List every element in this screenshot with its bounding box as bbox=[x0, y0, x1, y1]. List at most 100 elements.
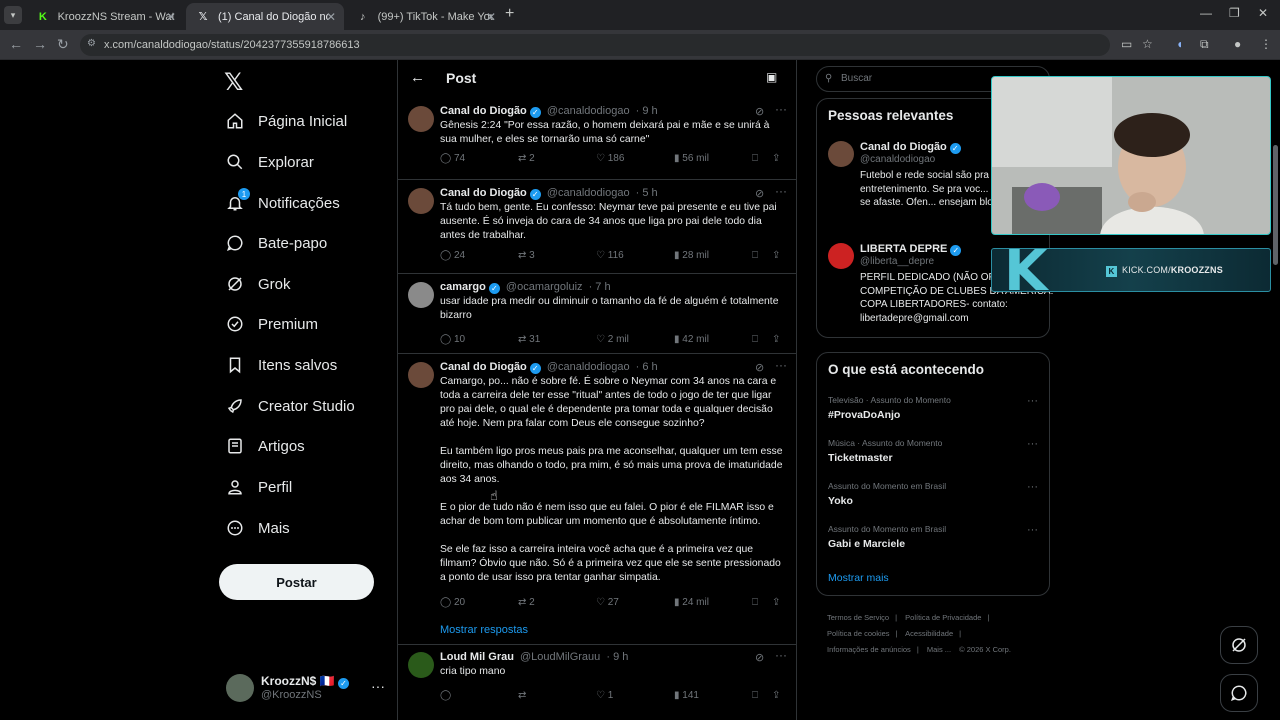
browser-tab-kick[interactable]: K KroozzNS Stream - Watch Live ✕ bbox=[26, 3, 184, 30]
sidebar-item-explore[interactable]: Explorar bbox=[224, 145, 314, 179]
footer-link[interactable]: Política de Privacidade bbox=[905, 613, 981, 622]
footer-link[interactable]: Acessibilidade bbox=[905, 629, 953, 638]
sidebar-item-grok[interactable]: Grok bbox=[224, 267, 291, 301]
footer-link[interactable]: Termos de Serviço bbox=[827, 613, 889, 622]
bookmark-star-icon[interactable]: ☆ bbox=[1142, 37, 1153, 51]
back-icon[interactable]: ← bbox=[9, 36, 23, 52]
extension-icon[interactable]: ◖ bbox=[1176, 37, 1183, 51]
views-button[interactable]: ▮ 56 mil bbox=[674, 153, 709, 164]
scrollbar-thumb[interactable] bbox=[1273, 145, 1278, 265]
grok-icon[interactable]: ⊘ bbox=[755, 361, 764, 374]
more-icon[interactable]: ··· bbox=[1027, 481, 1038, 493]
cast-icon[interactable]: ▭ bbox=[1121, 37, 1132, 51]
share-icon[interactable]: ⇪ bbox=[772, 153, 780, 164]
account-switcher[interactable]: KroozzN$ 🇫🇷 ✓ @KroozzNS ··· bbox=[226, 672, 386, 706]
bookmark-icon[interactable]: ⎕ bbox=[752, 334, 758, 345]
reply-button[interactable]: ◯ 24 bbox=[440, 250, 465, 261]
trend-item[interactable]: Assunto do Momento em Brasil Gabi e Marc… bbox=[828, 524, 1043, 560]
bookmark-icon[interactable]: ⎕ bbox=[752, 597, 758, 608]
close-tab-icon[interactable]: ✕ bbox=[486, 10, 496, 24]
avatar[interactable] bbox=[408, 188, 434, 214]
avatar[interactable] bbox=[828, 141, 854, 167]
views-button[interactable]: ▮ 24 mil bbox=[674, 597, 709, 608]
site-info-icon[interactable]: ⚙ bbox=[87, 38, 96, 49]
avatar[interactable] bbox=[408, 652, 434, 678]
close-tab-icon[interactable]: ✕ bbox=[166, 10, 176, 24]
retweet-button[interactable]: ⇄ 3 bbox=[518, 250, 535, 261]
sidebar-item-creator-studio[interactable]: Creator Studio bbox=[224, 389, 355, 423]
retweet-button[interactable]: ⇄ bbox=[518, 690, 526, 701]
sidebar-item-articles[interactable]: Artigos bbox=[224, 429, 305, 463]
tweet[interactable]: camargo ✓ @ocamargoluiz · 7 h usar idade … bbox=[398, 274, 796, 354]
avatar[interactable] bbox=[408, 282, 434, 308]
like-button[interactable]: ♡ 2 mil bbox=[596, 334, 629, 345]
share-icon[interactable]: ⇪ bbox=[772, 250, 780, 261]
sidebar-item-bookmarks[interactable]: Itens salvos bbox=[224, 348, 337, 382]
sidebar-item-more[interactable]: Mais bbox=[224, 511, 290, 545]
retweet-button[interactable]: ⇄ 2 bbox=[518, 597, 535, 608]
extensions-puzzle-icon[interactable]: ⧉ bbox=[1200, 37, 1209, 52]
footer-link[interactable]: Política de cookies bbox=[827, 629, 890, 638]
more-icon[interactable]: ··· bbox=[775, 358, 787, 372]
bookmark-icon[interactable]: ⎕ bbox=[752, 690, 758, 701]
close-window-icon[interactable]: ✕ bbox=[1258, 6, 1268, 20]
tweet[interactable]: Canal do Diogão ✓ @canaldodiogao · 5 h ⊘ … bbox=[398, 180, 796, 274]
more-icon[interactable]: ··· bbox=[775, 102, 787, 116]
grok-icon[interactable]: ⊘ bbox=[755, 187, 764, 200]
bookmark-icon[interactable]: ⎕ bbox=[752, 153, 758, 164]
trend-item[interactable]: Música · Assunto do Momento Ticketmaster… bbox=[828, 438, 1043, 474]
browser-menu-icon[interactable]: ⋮ bbox=[1260, 37, 1272, 51]
address-bar[interactable]: ⚙ x.com/canaldodiogao/status/20423773559… bbox=[80, 34, 1110, 56]
retweet-button[interactable]: ⇄ 31 bbox=[518, 334, 540, 345]
page-scrollbar[interactable] bbox=[1271, 60, 1280, 720]
post-button[interactable]: Postar bbox=[219, 564, 374, 600]
avatar[interactable] bbox=[828, 243, 854, 269]
sidebar-item-notifications[interactable]: 1 Notificações bbox=[224, 186, 340, 220]
more-icon[interactable]: ··· bbox=[1027, 395, 1038, 407]
like-button[interactable]: ♡ 27 bbox=[596, 597, 619, 608]
tab-search-button[interactable]: ▾ bbox=[4, 6, 22, 24]
browser-tab-tiktok[interactable]: ♪ (99+) TikTok - Make Your Day ✕ bbox=[346, 3, 504, 30]
tweet[interactable]: Canal do Diogão ✓ @canaldodiogao · 9 h ⊘ … bbox=[398, 98, 796, 180]
reply-button[interactable]: ◯ bbox=[440, 690, 451, 701]
show-more-link[interactable]: Mostrar mais bbox=[828, 572, 889, 584]
views-button[interactable]: ▮ 42 mil bbox=[674, 334, 709, 345]
minimize-icon[interactable]: — bbox=[1200, 6, 1212, 20]
sidebar-item-profile[interactable]: Perfil bbox=[224, 470, 292, 504]
share-icon[interactable]: ⇪ bbox=[772, 690, 780, 701]
grok-fab-icon[interactable] bbox=[1220, 626, 1258, 664]
tweet[interactable]: Canal do Diogão ✓ @canaldodiogao · 6 h ⊘ … bbox=[398, 354, 796, 644]
footer-link[interactable]: Informações de anúncios bbox=[827, 645, 911, 654]
sidebar-item-chat[interactable]: Bate-papo bbox=[224, 226, 327, 260]
reader-mode-icon[interactable]: ▣ bbox=[766, 70, 777, 84]
forward-icon[interactable]: → bbox=[33, 36, 47, 52]
retweet-button[interactable]: ⇄ 2 bbox=[518, 153, 535, 164]
account-more-icon[interactable]: ··· bbox=[371, 678, 385, 694]
footer-link[interactable]: Mais ... bbox=[927, 645, 951, 654]
sidebar-item-premium[interactable]: Premium bbox=[224, 307, 318, 341]
show-replies-link[interactable]: Mostrar respostas bbox=[440, 624, 528, 636]
more-icon[interactable]: ··· bbox=[1027, 438, 1038, 450]
share-icon[interactable]: ⇪ bbox=[772, 334, 780, 345]
more-icon[interactable]: ··· bbox=[775, 184, 787, 198]
views-button[interactable]: ▮ 141 bbox=[674, 690, 699, 701]
more-icon[interactable]: ··· bbox=[775, 648, 787, 662]
grok-icon[interactable]: ⊘ bbox=[755, 651, 764, 664]
reply-button[interactable]: ◯ 74 bbox=[440, 153, 465, 164]
close-tab-icon[interactable]: ✕ bbox=[326, 10, 336, 24]
reply-button[interactable]: ◯ 20 bbox=[440, 597, 465, 608]
sidebar-item-home[interactable]: Página Inicial bbox=[224, 104, 347, 138]
grok-icon[interactable]: ⊘ bbox=[755, 105, 764, 118]
profile-avatar-icon[interactable]: ● bbox=[1234, 37, 1241, 51]
x-logo-icon[interactable]: 𝕏 bbox=[224, 68, 243, 96]
avatar[interactable] bbox=[408, 106, 434, 132]
back-arrow-icon[interactable]: ← bbox=[410, 69, 425, 86]
tweet[interactable]: Loud Mil Grau @LoudMilGrauu · 9 h ⊘ ··· … bbox=[398, 644, 796, 720]
like-button[interactable]: ♡ 186 bbox=[596, 153, 624, 164]
like-button[interactable]: ♡ 116 bbox=[596, 250, 624, 261]
bookmark-icon[interactable]: ⎕ bbox=[752, 250, 758, 261]
like-button[interactable]: ♡ 1 bbox=[596, 690, 613, 701]
reply-button[interactable]: ◯ 10 bbox=[440, 334, 465, 345]
new-tab-icon[interactable]: + bbox=[505, 5, 514, 23]
more-icon[interactable]: ··· bbox=[1027, 524, 1038, 536]
